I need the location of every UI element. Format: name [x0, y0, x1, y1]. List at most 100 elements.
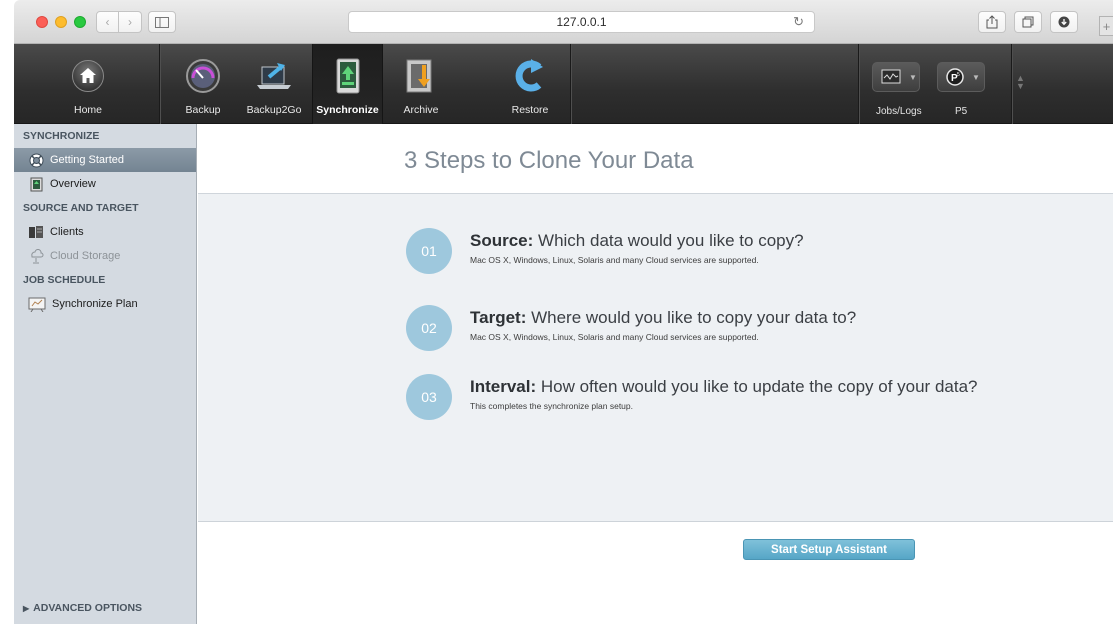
start-setup-assistant-button[interactable]: Start Setup Assistant	[743, 539, 915, 560]
toolbar-home[interactable]: Home	[58, 44, 118, 124]
lifebuoy-icon	[29, 153, 43, 167]
chevron-right-icon: ›	[128, 15, 132, 29]
history-nav: ‹ ›	[96, 11, 142, 33]
step-interval: 03 Interval: How often would you like to…	[406, 374, 1106, 420]
laptop-sync-icon	[257, 63, 291, 89]
address-text: 127.0.0.1	[556, 15, 607, 29]
forward-button[interactable]: ›	[119, 11, 142, 33]
toolbar-separator	[1011, 44, 1012, 124]
back-button[interactable]: ‹	[96, 11, 119, 33]
minimize-window-button[interactable]	[55, 16, 67, 28]
toolbar-separator	[159, 44, 160, 124]
sidebar-item-synchronize-plan[interactable]: Synchronize Plan	[14, 292, 196, 316]
toolbar-backup[interactable]: Backup	[176, 44, 230, 124]
page-title: 3 Steps to Clone Your Data	[404, 147, 694, 174]
toolbar-restore[interactable]: Restore	[503, 44, 557, 124]
sidebar-item-label: Clients	[50, 226, 84, 238]
reload-icon[interactable]: ↻	[793, 14, 804, 30]
toolbar-backup2go[interactable]: Backup2Go	[244, 44, 304, 124]
sidebar-item-label: Getting Started	[50, 154, 124, 166]
app-toolbar: Home Backup Backup2Go Synchronize Archiv…	[14, 44, 1113, 124]
toolbar-label: Archive	[403, 104, 439, 116]
plan-board-icon	[28, 297, 46, 312]
step-heading-label: Target:	[470, 308, 527, 327]
synchronize-icon	[336, 58, 359, 94]
toolbar-label: Backup	[185, 104, 221, 116]
toolbar-label: P5	[955, 106, 968, 117]
chevron-down-icon: ▼	[909, 72, 917, 82]
steps-panel: 01 Source: Which data would you like to …	[198, 194, 1113, 522]
tabs-icon	[1022, 16, 1034, 28]
plus-icon: +	[1102, 18, 1111, 34]
sidebar-item-cloud-storage[interactable]: Cloud Storage	[14, 244, 196, 268]
advanced-options-label: ADVANCED OPTIONS	[33, 602, 143, 614]
sidebar-item-label: Cloud Storage	[50, 250, 121, 262]
download-icon	[1058, 16, 1070, 28]
step-note: Mac OS X, Windows, Linux, Solaris and ma…	[470, 332, 759, 342]
sidebar-item-getting-started[interactable]: Getting Started	[14, 148, 196, 172]
step-number: 02	[406, 305, 452, 351]
step-heading: Source: Which data would you like to cop…	[470, 231, 804, 251]
sidebar-section-title: JOB SCHEDULE	[23, 274, 106, 286]
step-heading: Interval: How often would you like to up…	[470, 377, 978, 397]
show-sidebar-button[interactable]	[148, 11, 176, 33]
toolbar-overflow-icon[interactable]: ▲ ▼	[1016, 74, 1025, 91]
show-tabs-button[interactable]	[1014, 11, 1042, 33]
step-note: This completes the synchronize plan setu…	[470, 401, 634, 411]
sidebar-item-label: Overview	[50, 178, 96, 190]
toolbar-archive[interactable]: Archive	[394, 44, 448, 124]
new-tab-button[interactable]: +	[1099, 16, 1113, 36]
toolbar-label: Synchronize	[316, 104, 379, 116]
toolbar-label: Backup2Go	[246, 104, 302, 116]
sidebar-item-clients[interactable]: Clients	[14, 220, 196, 244]
step-heading-label: Source:	[470, 231, 534, 250]
home-icon	[72, 60, 104, 92]
p5-logo-icon: P 5	[946, 68, 964, 86]
page-header: 3 Steps to Clone Your Data	[198, 124, 1113, 194]
cloud-storage-icon	[31, 248, 44, 264]
disclosure-triangle-icon: ▶	[23, 603, 30, 613]
step-source: 01 Source: Which data would you like to …	[406, 228, 1106, 274]
step-note: Mac OS X, Windows, Linux, Solaris and ma…	[470, 255, 759, 265]
share-button[interactable]	[978, 11, 1006, 33]
advanced-options-toggle[interactable]: ▶ ADVANCED OPTIONS	[23, 602, 142, 614]
sidebar-section-title: SOURCE AND TARGET	[23, 202, 139, 214]
address-bar[interactable]: 127.0.0.1 ↻	[348, 11, 815, 33]
server-icon	[29, 226, 43, 238]
backup-gauge-icon	[186, 59, 220, 93]
toolbar-label: Restore	[511, 104, 549, 116]
overview-icon	[30, 177, 42, 191]
browser-toolbar: ‹ › 127.0.0.1 ↻ +	[14, 0, 1113, 44]
svg-text:5: 5	[957, 72, 960, 78]
jobs-logs-button[interactable]: ▼	[872, 62, 920, 92]
toolbar-label: Home	[73, 104, 102, 116]
sidebar: SYNCHRONIZE Getting Started Overview SOU…	[14, 124, 197, 624]
step-number: 03	[406, 374, 452, 420]
step-question: How often would you like to update the c…	[540, 377, 978, 396]
toolbar-separator	[570, 44, 571, 124]
close-window-button[interactable]	[36, 16, 48, 28]
archive-icon	[406, 59, 432, 93]
restore-arrow-icon	[515, 59, 543, 92]
toolbar-synchronize[interactable]: Synchronize	[312, 44, 383, 124]
step-number: 01	[406, 228, 452, 274]
sidebar-item-overview[interactable]: Overview	[14, 172, 196, 196]
step-question: Which data would you like to copy?	[538, 231, 804, 250]
monitor-graph-icon	[881, 69, 901, 84]
sidebar-section-title: SYNCHRONIZE	[23, 130, 100, 142]
chevron-down-icon: ▼	[972, 72, 980, 82]
footer-panel: Start Setup Assistant	[198, 522, 1113, 624]
step-heading: Target: Where would you like to copy you…	[470, 308, 856, 328]
main-content: 3 Steps to Clone Your Data 01 Source: Wh…	[198, 124, 1113, 624]
toolbar-separator	[858, 44, 859, 124]
zoom-window-button[interactable]	[74, 16, 86, 28]
chevron-left-icon: ‹	[105, 15, 110, 29]
step-question: Where would you like to copy your data t…	[531, 308, 857, 327]
p5-menu-button[interactable]: P 5 ▼	[937, 62, 985, 92]
sidebar-item-label: Synchronize Plan	[52, 298, 138, 310]
step-heading-label: Interval:	[470, 377, 537, 396]
share-icon	[986, 15, 998, 29]
step-target: 02 Target: Where would you like to copy …	[406, 305, 1106, 351]
toolbar-label: Jobs/Logs	[876, 106, 922, 117]
downloads-button[interactable]	[1050, 11, 1078, 33]
